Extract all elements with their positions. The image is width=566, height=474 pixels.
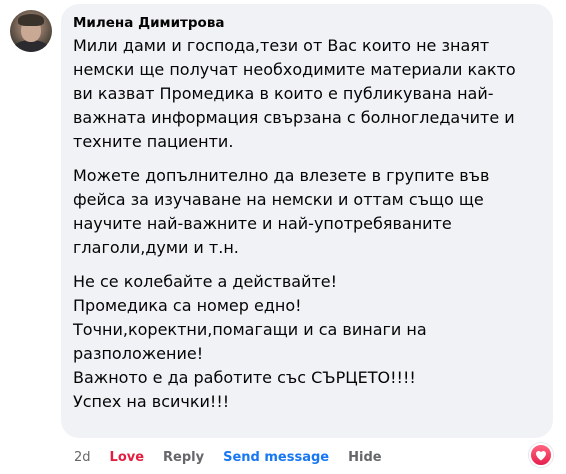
hide-button[interactable]: Hide (348, 450, 381, 465)
text-line: важната информация свързана с болногледа… (73, 108, 515, 127)
text-line: ви казват Промедика в които е публикуван… (73, 84, 494, 103)
reply-button[interactable]: Reply (163, 450, 204, 465)
text-line: Успех на всички!!! (73, 392, 230, 411)
author-name[interactable]: Милена Димитрова (73, 14, 539, 32)
comment-paragraph-1: Мили дами и господа,тези от Вас които не… (73, 34, 539, 154)
text-line: разположение! (73, 344, 204, 363)
comment: Милена Димитрова Мили дами и господа,тез… (0, 0, 566, 474)
comment-paragraph-2: Можете допълнително да влезете в групите… (73, 164, 539, 260)
text-line: Можете допълнително да влезете в групите… (73, 166, 490, 185)
send-message-button[interactable]: Send message (223, 450, 329, 465)
heart-icon (536, 450, 546, 460)
text-line: Не се колебайте а действайте! (73, 272, 338, 291)
text-line: немски ще получат необходимите материали… (73, 60, 516, 79)
text-line: Точни,коректни,помагащи и са винаги на (73, 320, 427, 339)
avatar-hair (18, 14, 44, 26)
text-line: Мили дами и господа,тези от Вас които не… (73, 36, 490, 55)
reaction-badge[interactable] (529, 443, 553, 467)
comment-bubble: Милена Димитрова Мили дами и господа,тез… (61, 4, 553, 438)
avatar[interactable] (10, 10, 52, 52)
text-line: Важното е да работите със СЪРЦЕТО!!!! (73, 368, 416, 387)
text-line: глаголи,думи и т.н. (73, 238, 239, 257)
text-line: фейса за изучаване на немски и оттам същ… (73, 190, 484, 209)
comment-paragraph-3: Не се колебайте а действайте! Промедика … (73, 270, 539, 414)
love-button[interactable]: Love (110, 450, 145, 465)
comment-actions: 2d Love Reply Send message Hide (74, 446, 401, 468)
text-line: Промедика са номер едно! (73, 296, 302, 315)
text-line: техните пациенти. (73, 132, 234, 151)
text-line: научите най-важните и най-употребяваните (73, 214, 452, 233)
comment-timestamp[interactable]: 2d (74, 450, 91, 465)
